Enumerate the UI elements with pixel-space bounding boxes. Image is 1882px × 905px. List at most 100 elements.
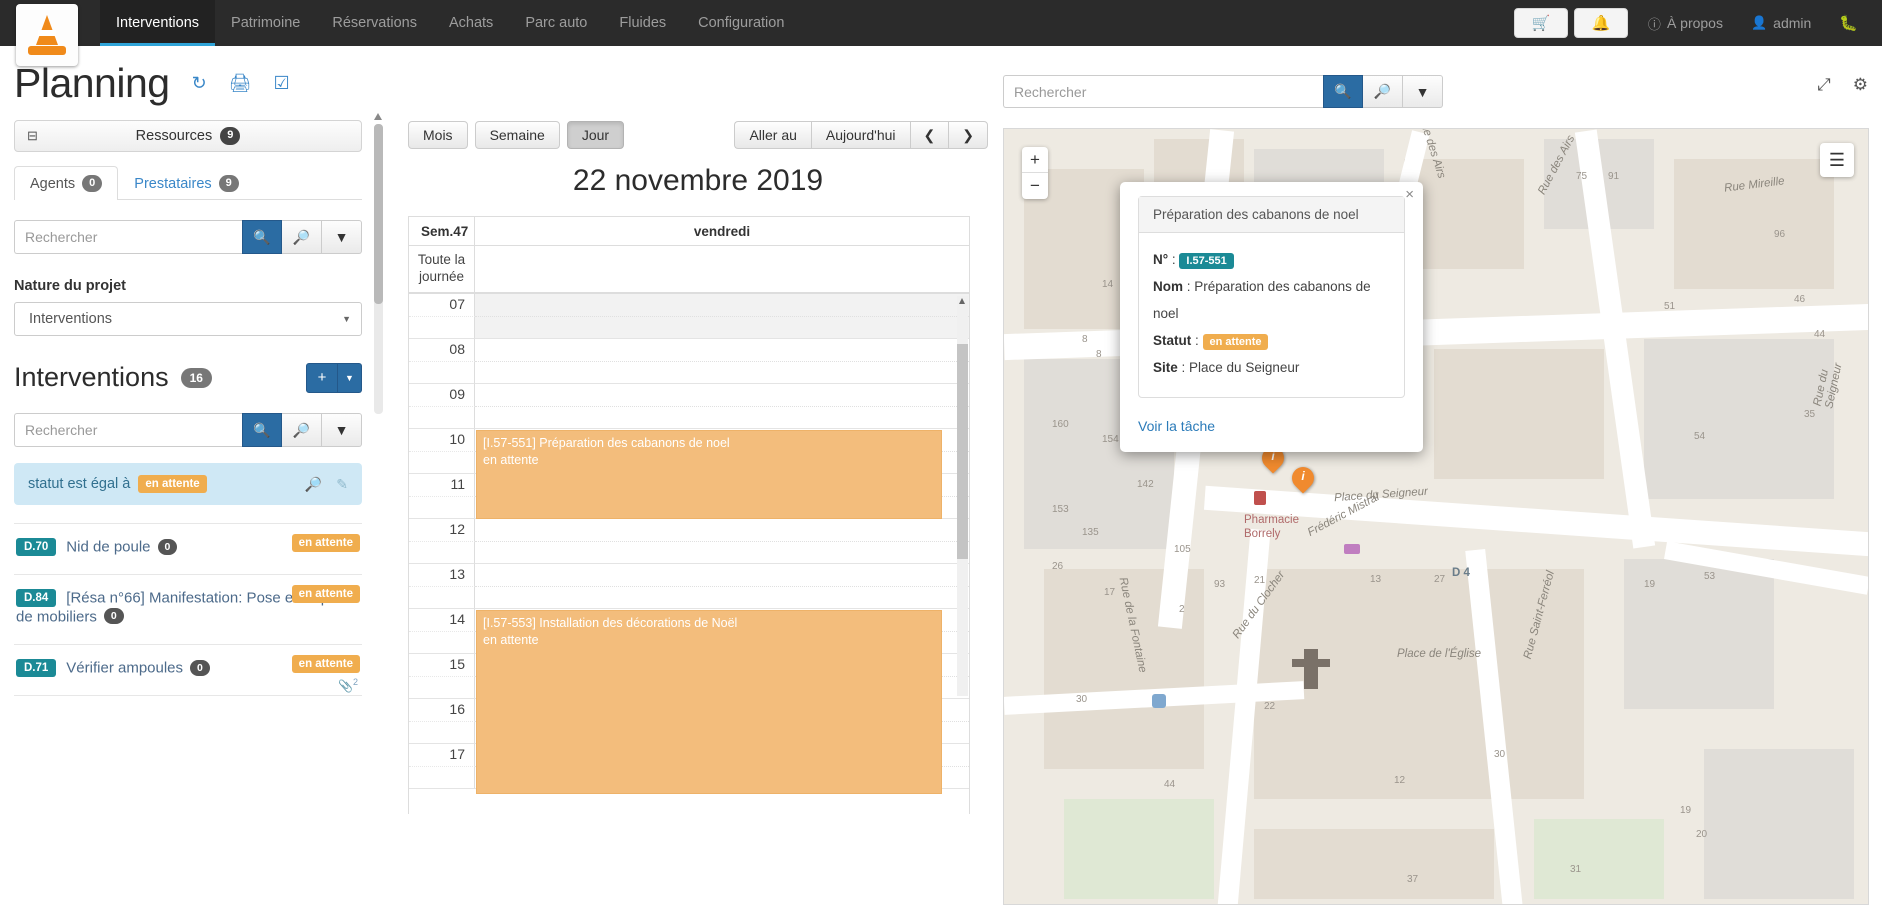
filter-icon[interactable]: ▼	[322, 413, 362, 448]
search-icon[interactable]: 🔍	[1323, 75, 1363, 108]
hour-cell[interactable]	[475, 519, 969, 564]
status-badge: en attente	[291, 654, 360, 673]
filter-icon[interactable]: ▼	[322, 220, 362, 255]
chevron-right-icon[interactable]: ❯	[948, 120, 988, 150]
zoom-in-icon[interactable]: 🔎	[1363, 75, 1403, 108]
list-item[interactable]: D.70 Nid de poule 0 en attente	[14, 523, 362, 576]
hour-label: 13	[409, 564, 475, 609]
hour-cell[interactable]	[475, 384, 969, 429]
interventions-title: Interventions	[14, 362, 169, 393]
calendar-event[interactable]: [I.57-551] Préparation des cabanons de n…	[476, 430, 942, 519]
nav-label: Configuration	[698, 15, 785, 31]
view-week-button[interactable]: Semaine	[474, 120, 560, 150]
all-day-line2: journée	[418, 269, 465, 284]
event-status: en attente	[483, 632, 539, 647]
hour-label: 16	[409, 699, 475, 744]
interventions-search-input[interactable]	[14, 413, 242, 448]
eraser-icon[interactable]: ✎	[336, 476, 348, 493]
nav-item-reservations[interactable]: Réservations	[316, 0, 433, 46]
nav-item-fluides[interactable]: Fluides	[603, 0, 682, 46]
nature-select[interactable]: Interventions ▼	[14, 302, 362, 337]
popup-field-site: Site : Place du Seigneur	[1153, 360, 1300, 375]
scroll-up-arrow-icon[interactable]	[959, 298, 965, 304]
tab-prestataires[interactable]: Prestataires 9	[118, 166, 255, 200]
hour-cell[interactable]	[475, 294, 969, 339]
zoom-in-icon[interactable]: 🔎	[282, 413, 322, 448]
info-icon: ⓘ	[1647, 16, 1661, 32]
scroll-up-arrow-icon[interactable]	[374, 113, 382, 120]
filter-chip-value: en attente	[138, 475, 207, 494]
zoom-in-button[interactable]: +	[1022, 147, 1048, 173]
user-label: admin	[1773, 15, 1812, 31]
nav-item-patrimoine[interactable]: Patrimoine	[215, 0, 316, 46]
add-intervention-group: + ▼	[306, 362, 362, 393]
hour-label: 09	[409, 384, 475, 429]
pharmacy-icon	[1254, 491, 1266, 505]
top-navigation-bar: Interventions Patrimoine Réservations Ac…	[0, 0, 1882, 46]
status-badge: en attente	[291, 585, 360, 604]
list-item[interactable]: D.84 [Résa n°66] Manifestation: Pose et D…	[14, 575, 362, 645]
marker-glyph: i	[1301, 469, 1305, 483]
checkbox-icon[interactable]: ☑	[274, 73, 290, 94]
expand-arrows-icon[interactable]: ⤢	[1817, 75, 1831, 95]
goto-button[interactable]: Aller au	[734, 120, 811, 150]
view-task-link[interactable]: Voir la tâche	[1138, 418, 1405, 434]
view-day-button[interactable]: Jour	[566, 120, 625, 150]
user-icon: 👤	[1750, 15, 1768, 30]
view-month-button[interactable]: Mois	[408, 120, 468, 150]
map-marker[interactable]: i	[1287, 462, 1319, 497]
zoom-out-button[interactable]: −	[1022, 173, 1048, 199]
popup-field-name: Nom : Préparation des cabanons de noel	[1153, 279, 1371, 321]
search-icon[interactable]: 🔍	[242, 220, 282, 255]
nav-item-configuration[interactable]: Configuration	[682, 0, 800, 46]
user-menu[interactable]: 👤 admin	[1737, 15, 1825, 31]
calendar-event[interactable]: [I.57-553] Installation des décorations …	[476, 610, 942, 794]
list-item[interactable]: D.71 Vérifier ampoules 0 en attente 📎2	[14, 645, 362, 696]
print-icon[interactable]: 🖨	[229, 73, 252, 94]
bell-icon[interactable]: 🔔	[1573, 8, 1628, 38]
hour-label: 11	[409, 474, 475, 519]
close-icon[interactable]: ×	[1405, 186, 1414, 203]
hour-row: 07	[409, 294, 969, 339]
collapse-minus-icon[interactable]: ⊟	[27, 128, 38, 144]
plus-icon[interactable]: +	[306, 362, 338, 393]
map-search-input[interactable]	[1003, 75, 1323, 108]
hour-cell[interactable]	[475, 564, 969, 609]
resource-search-input[interactable]	[14, 220, 242, 255]
filter-icon[interactable]: ▼	[1403, 75, 1443, 108]
popup-header: Préparation des cabanons de noel	[1139, 197, 1404, 233]
zoom-in-icon[interactable]: 🔎	[282, 220, 322, 255]
intervention-name[interactable]: Vérifier ampoules	[66, 659, 183, 676]
event-title: [I.57-553] Installation des décorations …	[483, 616, 738, 630]
all-day-cell[interactable]	[475, 246, 969, 292]
map-panel[interactable]: 14 8 8 160 154 142 153 135 26 105 17 93 …	[1003, 128, 1869, 905]
scrollbar-thumb[interactable]	[957, 344, 968, 559]
sidebar-scrollbar[interactable]	[374, 113, 383, 414]
calendar-scrollbar[interactable]	[957, 296, 968, 696]
nav-item-interventions[interactable]: Interventions	[100, 0, 216, 46]
nav-item-parc-auto[interactable]: Parc auto	[509, 0, 603, 46]
caret-down-icon[interactable]: ▼	[338, 362, 362, 393]
about-link[interactable]: ⓘ À propos	[1634, 14, 1737, 33]
status-filter-chip[interactable]: statut est égal à en attente 🔎 ✎	[14, 463, 362, 506]
refresh-icon[interactable]: ↻	[192, 73, 207, 94]
tab-agents[interactable]: Agents 0	[14, 166, 119, 201]
intervention-name[interactable]: Nid de poule	[66, 539, 150, 556]
today-button[interactable]: Aujourd'hui	[810, 120, 910, 150]
search-icon[interactable]: 🔍	[242, 413, 282, 448]
app-logo[interactable]	[16, 4, 78, 66]
layers-icon[interactable]: ☰	[1820, 143, 1854, 177]
intervention-count: 0	[157, 539, 178, 556]
resources-panel-header[interactable]: ⊟ Ressources 9	[14, 120, 362, 152]
nav-item-achats[interactable]: Achats	[433, 0, 509, 46]
scrollbar-thumb[interactable]	[374, 124, 383, 304]
bug-icon[interactable]: 🐛	[1825, 14, 1872, 32]
chevron-left-icon[interactable]: ❮	[909, 120, 949, 150]
gear-icon[interactable]: ⚙	[1853, 75, 1868, 95]
attachment-icon[interactable]: 📎2	[338, 677, 358, 693]
hour-label: 17	[409, 744, 475, 789]
hour-cell[interactable]	[475, 339, 969, 384]
shopping-cart-icon[interactable]: 🛒	[1513, 8, 1568, 38]
zoom-in-icon[interactable]: 🔎	[305, 476, 322, 493]
map-zoom-control: + −	[1022, 147, 1048, 199]
